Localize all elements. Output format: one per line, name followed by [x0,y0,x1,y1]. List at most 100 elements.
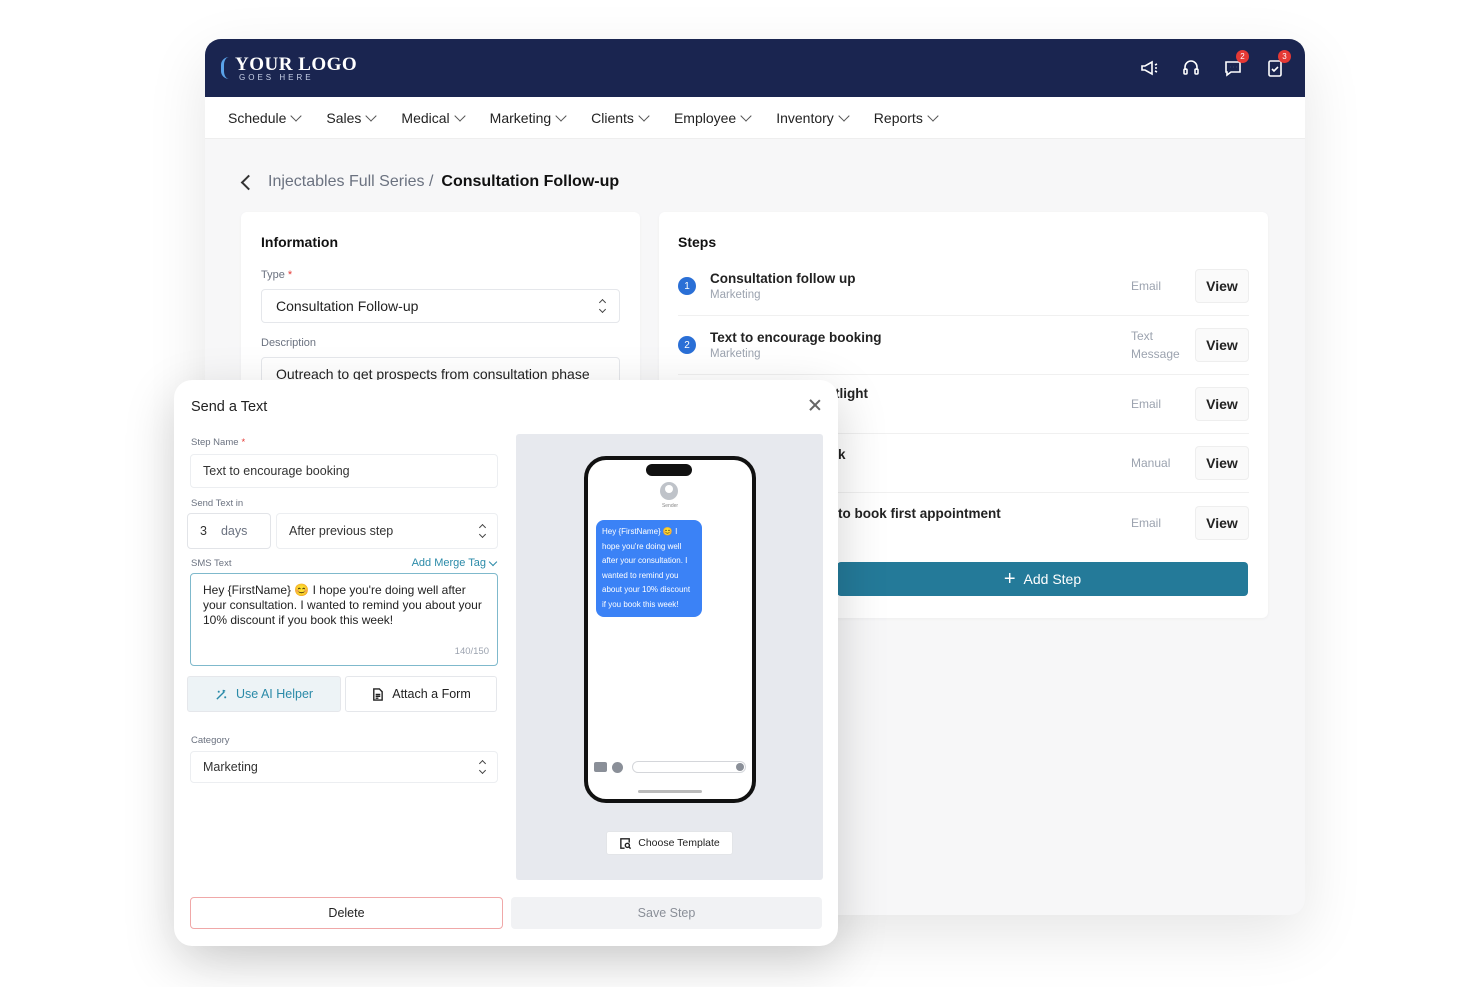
menu-sales[interactable]: Sales [326,109,378,126]
description-label: Description [261,337,317,349]
choose-template-button[interactable]: Choose Template [606,831,733,855]
menu-schedule[interactable]: Schedule [228,109,303,126]
menu-marketing[interactable]: Marketing [490,109,567,126]
view-button[interactable]: View [1195,269,1249,303]
breadcrumb-parent[interactable]: Injectables Full Series / [268,173,433,191]
close-icon[interactable] [808,398,822,412]
headset-icon[interactable] [1181,58,1201,78]
chevron-down-icon [365,109,378,122]
step-number: 1 [678,277,696,295]
save-step-button[interactable]: Save Step [511,897,822,929]
logo-subtitle: GOES HERE [239,72,314,82]
view-button[interactable]: View [1195,328,1249,362]
step-category: Marketing [710,289,761,301]
select-arrows-icon [478,759,487,775]
view-button[interactable]: View [1195,505,1249,540]
breadcrumb-current: Consultation Follow-up [441,173,620,190]
steps-title: Steps [678,234,717,250]
step-name: tlight [835,385,868,401]
breadcrumb: Injectables Full Series / Consultation F… [240,173,620,191]
logo[interactable]: YOUR LOGO GOES HERE [219,55,357,82]
step-category: Marketing [710,348,761,360]
magic-wand-icon [216,689,227,700]
step-type: Email [1131,515,1162,530]
chevron-down-icon [555,109,567,122]
chevron-down-icon [740,109,752,122]
plus-icon: + [1003,568,1016,590]
send-text-in-label: Send Text in [191,498,244,509]
message-bubble: Hey {FirstName} 😊 I hope you're doing we… [596,520,702,617]
logo-title: YOUR LOGO [235,53,358,75]
send-text-modal: Send a Text Step Name * Text to encourage… [174,380,838,946]
step-row: 2 Text to encourage booking Marketing Te… [678,316,1249,375]
megaphone-icon[interactable] [1139,58,1159,78]
menu-clients[interactable]: Clients [591,109,650,126]
chevron-down-icon [927,109,939,122]
step-type: Manual [1131,456,1171,470]
select-arrows-icon [478,523,487,539]
back-chevron-icon[interactable] [240,174,257,190]
chevron-down-icon [838,109,850,122]
add-merge-tag-link[interactable]: Add Merge Tag [412,557,498,569]
view-button[interactable]: View [1195,387,1249,421]
use-ai-helper-button[interactable]: Use AI Helper [187,676,341,712]
information-title: Information [261,234,338,250]
add-step-button[interactable]: + Add Step [837,562,1248,596]
camera-icon [594,762,607,772]
chat-badge: 2 [1236,50,1249,63]
step-type: Email [1131,279,1162,293]
sms-preview-panel: Sender Hey {FirstName} 😊 I hope you're d… [516,434,823,880]
relative-timing-select[interactable]: After previous step [276,513,498,549]
menu-reports[interactable]: Reports [874,109,939,126]
attach-form-button[interactable]: Attach a Form [345,676,497,712]
chevron-down-icon [290,109,303,122]
menu-employee[interactable]: Employee [674,109,752,126]
chevron-down-icon [488,557,498,566]
home-indicator [638,790,702,793]
phone-notch [646,464,692,476]
chevron-down-icon [454,109,466,122]
logo-mark-icon [219,55,231,81]
app-store-icon [612,761,623,773]
document-icon [373,687,384,701]
type-select[interactable]: Consultation Follow-up [261,289,620,323]
task-check-icon[interactable]: 3 [1265,50,1291,78]
avatar [660,482,678,500]
step-name: k [838,446,846,462]
step-number: 2 [678,336,696,354]
sender-label: Sender [661,503,679,509]
sms-text-label: SMS Text [191,558,232,569]
menu-medical[interactable]: Medical [401,109,466,126]
select-arrows-icon [598,298,607,314]
step-type: Text Message [1131,329,1180,361]
delete-button[interactable]: Delete [190,897,503,929]
phone-message-input [632,761,746,773]
required-mark: * [241,437,246,448]
tasks-badge: 3 [1278,50,1291,63]
step-name: to book first appointment [838,506,1001,521]
step-name: Consultation follow up [710,271,856,286]
chevron-down-icon [638,109,650,122]
modal-title: Send a Text [191,399,268,415]
top-navbar: YOUR LOGO GOES HERE 2 3 [205,39,1305,97]
step-name-label: Step Name [191,437,239,448]
category-label: Category [191,735,230,746]
template-search-icon [620,837,632,849]
phone-input-bar [594,761,746,773]
step-type: Email [1131,397,1162,411]
main-menu: Schedule Sales Medical Marketing Clients… [205,97,1305,139]
step-row: 1 Consultation follow up Marketing Email… [678,257,1249,316]
days-input[interactable]: 3 days [187,513,271,549]
required-mark: * [287,269,293,281]
character-counter: 140/150 [454,646,489,657]
category-select[interactable]: Marketing [190,751,498,783]
step-name-input[interactable]: Text to encourage booking [190,454,498,488]
view-button[interactable]: View [1195,446,1249,480]
days-number: 3 [200,524,207,538]
chat-icon[interactable]: 2 [1223,50,1249,78]
phone-mockup: Sender Hey {FirstName} 😊 I hope you're d… [584,456,756,803]
days-unit: days [220,524,248,538]
menu-inventory[interactable]: Inventory [776,109,850,126]
sms-textarea[interactable]: Hey {FirstName} 😊 I hope you're doing we… [190,573,498,666]
step-name: Text to encourage booking [710,330,882,345]
